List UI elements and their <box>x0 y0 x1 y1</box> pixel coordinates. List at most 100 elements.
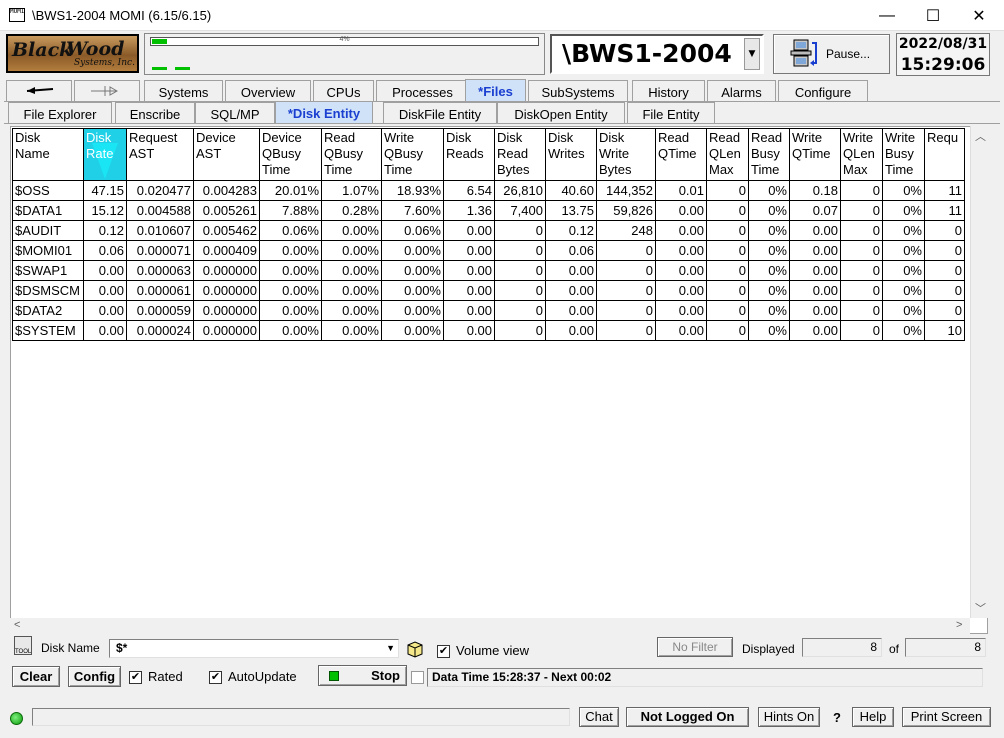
column-header[interactable]: Requ <box>924 128 965 181</box>
cube-icon[interactable] <box>405 639 425 658</box>
sub-tab-sqlmp[interactable]: SQL/MP <box>195 102 275 124</box>
table-cell: 0.00% <box>321 300 382 321</box>
table-cell: 0.00% <box>321 240 382 261</box>
sub-tab-fileexplorer[interactable]: File Explorer <box>8 102 112 124</box>
rated-checkbox[interactable]: ✔ <box>129 671 142 684</box>
scroll-right-icon[interactable]: > <box>956 619 962 631</box>
column-header[interactable]: Read QBusy Time <box>321 128 382 181</box>
login-status-button[interactable]: Not Logged On <box>626 707 749 727</box>
sub-tab-diskopenentity[interactable]: DiskOpen Entity <box>497 102 625 124</box>
table-cell: 0.00% <box>321 320 382 341</box>
column-header[interactable]: Disk Rate <box>83 128 127 181</box>
main-tab-files[interactable]: *Files <box>465 79 526 102</box>
column-header[interactable]: Write QTime <box>789 128 841 181</box>
table-row[interactable]: $DSMSCM 0.00 0.000061 0.000000 0.00% 0.00% 0.0… <box>12 280 965 301</box>
main-tab-cpus[interactable]: CPUs <box>313 80 374 102</box>
nav-forward-tab[interactable] <box>74 80 140 102</box>
column-header[interactable]: Disk Name <box>12 128 84 181</box>
nav-back-tab[interactable] <box>6 80 72 102</box>
column-header[interactable]: Request AST <box>126 128 194 181</box>
table-cell: 0 <box>840 300 883 321</box>
hints-button[interactable]: Hints On <box>758 707 820 727</box>
volume-view-checkbox[interactable]: ✔ <box>437 645 450 658</box>
table-cell: 0 <box>706 300 749 321</box>
table-cell: 0 <box>924 300 965 321</box>
print-screen-button[interactable]: Print Screen <box>902 707 991 727</box>
help-button[interactable]: Help <box>852 707 894 727</box>
table-cell: 0.004588 <box>126 200 194 221</box>
table-cell: 0 <box>840 180 883 201</box>
vertical-scrollbar[interactable]: ︿ ﹀ <box>970 126 988 618</box>
chevron-down-icon[interactable]: ▼ <box>386 640 395 657</box>
column-header[interactable]: Read QTime <box>655 128 707 181</box>
table-cell: 0.004283 <box>193 180 260 201</box>
table-cell: 0% <box>882 240 925 261</box>
system-name-select[interactable]: \BWS1-2004 ▼ <box>550 34 764 74</box>
table-cell: 0.00% <box>381 320 444 341</box>
disk-name-input[interactable]: $* ▼ <box>109 639 399 658</box>
column-header[interactable]: Disk Writes <box>545 128 597 181</box>
table-cell: 59,826 <box>596 200 656 221</box>
window-title: \BWS1-2004 MOMI (6.15/6.15) <box>32 8 212 23</box>
horizontal-scrollbar[interactable]: < > <box>10 618 970 634</box>
column-header[interactable]: Disk Read Bytes <box>494 128 546 181</box>
data-time-checkbox[interactable] <box>411 671 424 684</box>
main-tab-processes[interactable]: Processes <box>376 80 469 102</box>
table-cell: 248 <box>596 220 656 241</box>
pause-button[interactable]: Pause... <box>773 34 890 74</box>
chevron-down-icon[interactable]: ▼ <box>744 38 760 70</box>
table-row[interactable]: $DATA2 0.00 0.000059 0.000000 0.00% 0.00% 0.00… <box>12 300 965 321</box>
sub-tab-fileentity[interactable]: File Entity <box>627 102 715 124</box>
table-row[interactable]: $MOMI01 0.06 0.000071 0.000409 0.00% 0.00% 0.0… <box>12 240 965 261</box>
table-row[interactable]: $SWAP1 0.00 0.000063 0.000000 0.00% 0.00% 0.00… <box>12 260 965 281</box>
column-header[interactable]: Disk Write Bytes <box>596 128 656 181</box>
table-row[interactable]: $DATA1 15.12 0.004588 0.005261 7.88% 0.28% 7.6… <box>12 200 965 221</box>
sub-tab-diskfileentity[interactable]: DiskFile Entity <box>383 102 497 124</box>
close-button[interactable]: ✕ <box>956 0 1002 31</box>
table-cell: 15.12 <box>83 200 127 221</box>
column-header[interactable]: Read Busy Time <box>748 128 790 181</box>
column-header[interactable]: Device QBusy Time <box>259 128 322 181</box>
scroll-down-icon[interactable]: ﹀ <box>975 600 986 616</box>
config-button[interactable]: Config <box>68 666 121 687</box>
table-row[interactable]: $SYSTEM 0.00 0.000024 0.000000 0.00% 0.00% 0.0… <box>12 320 965 341</box>
question-icon[interactable]: ? <box>833 710 841 725</box>
stop-button[interactable]: Stop <box>318 665 407 686</box>
app-icon[interactable]: MOMI <box>9 8 25 22</box>
scroll-up-icon[interactable]: ︿ <box>975 128 986 144</box>
table-cell: 0.00 <box>443 320 495 341</box>
maximize-button[interactable]: ☐ <box>910 0 956 31</box>
no-filter-button[interactable]: No Filter <box>657 637 733 657</box>
column-header[interactable]: Write QBusy Time <box>381 128 444 181</box>
tool-icon[interactable]: TOOL <box>14 636 32 655</box>
main-tab-alarms[interactable]: Alarms <box>707 80 776 102</box>
table-cell: 0.010607 <box>126 220 194 241</box>
autoupdate-checkbox[interactable]: ✔ <box>209 671 222 684</box>
chat-button[interactable]: Chat <box>579 707 619 727</box>
main-tab-configure[interactable]: Configure <box>778 80 868 102</box>
scroll-left-icon[interactable]: < <box>14 619 20 631</box>
table-cell: 0.00 <box>83 300 127 321</box>
main-tab-systems[interactable]: Systems <box>144 80 223 102</box>
table-row[interactable]: $OSS 47.15 0.020477 0.004283 20.01% 1.07% 18.9… <box>12 180 965 201</box>
column-header[interactable]: Device AST <box>193 128 260 181</box>
table-row[interactable]: $AUDIT 0.12 0.010607 0.005462 0.06% 0.00% 0.06… <box>12 220 965 241</box>
clear-button[interactable]: Clear <box>12 666 60 687</box>
column-header[interactable]: Write Busy Time <box>882 128 925 181</box>
table-cell: 0 <box>596 320 656 341</box>
disk-entity-grid[interactable]: Disk Name Disk Rate Request AST Device AST Devic… <box>10 126 988 634</box>
sub-tab-enscribe[interactable]: Enscribe <box>115 102 195 124</box>
main-tab-overview[interactable]: Overview <box>225 80 311 102</box>
table-cell: 0.06 <box>83 240 127 261</box>
displayed-label: Displayed <box>742 642 795 656</box>
minimize-button[interactable]: — <box>864 0 910 31</box>
column-header[interactable]: Read QLen Max <box>706 128 749 181</box>
table-cell: $SWAP1 <box>12 260 84 281</box>
main-tab-history[interactable]: History <box>632 80 705 102</box>
sub-tab-diskentity[interactable]: *Disk Entity <box>275 101 373 124</box>
table-cell: 0.00% <box>381 260 444 281</box>
column-header[interactable]: Disk Reads <box>443 128 495 181</box>
main-tab-subsystems[interactable]: SubSystems <box>528 80 628 102</box>
column-header[interactable]: Write QLen Max <box>840 128 883 181</box>
table-cell: 0.00 <box>789 280 841 301</box>
